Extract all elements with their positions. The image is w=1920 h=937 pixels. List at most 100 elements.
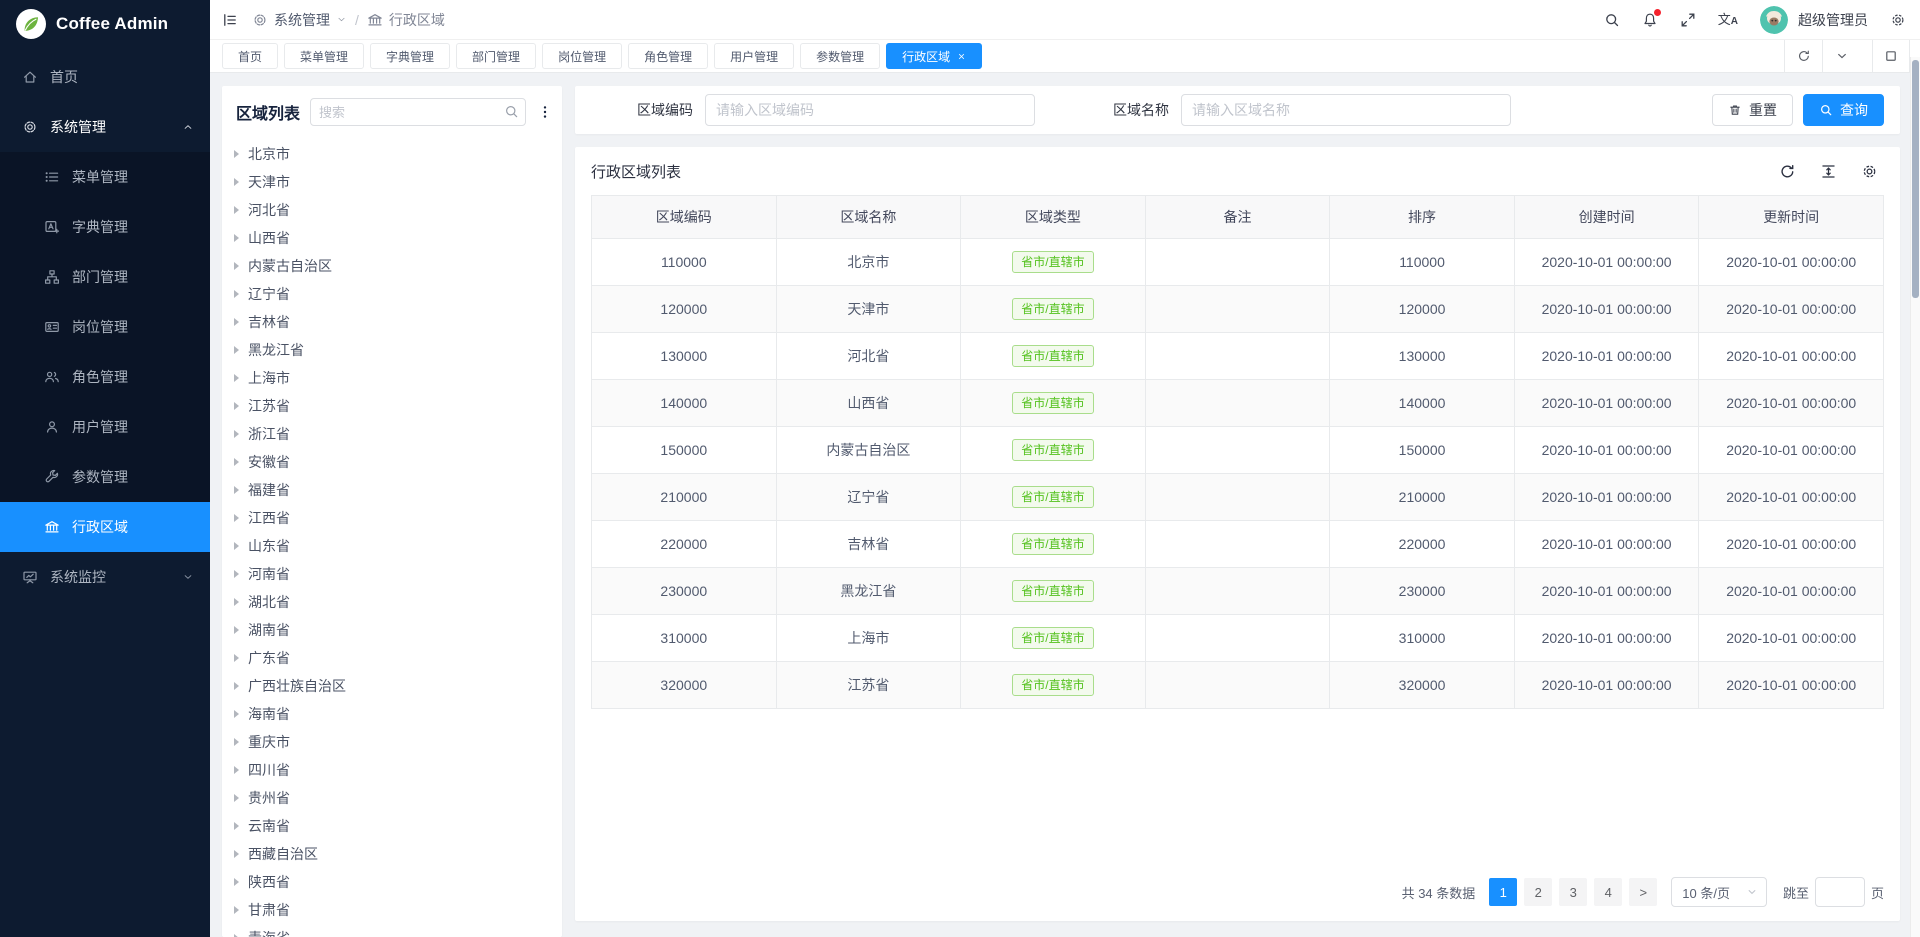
user-avatar[interactable] <box>1760 6 1788 34</box>
maximize-content-icon[interactable] <box>1872 40 1910 72</box>
sidebar-item-menu-management[interactable]: 菜单管理 <box>0 152 210 202</box>
tree-item[interactable]: 吉林省 <box>222 308 562 336</box>
tree-item[interactable]: 广西壮族自治区 <box>222 672 562 700</box>
caret-right-icon[interactable] <box>234 682 239 690</box>
caret-right-icon[interactable] <box>234 794 239 802</box>
tree-item[interactable]: 海南省 <box>222 700 562 728</box>
tree-item[interactable]: 江西省 <box>222 504 562 532</box>
tree-item[interactable]: 甘肃省 <box>222 896 562 924</box>
chevron-down-icon[interactable] <box>1822 40 1860 72</box>
search-icon[interactable] <box>504 104 519 119</box>
row-density-icon[interactable] <box>1820 163 1837 180</box>
tree-item[interactable]: 山西省 <box>222 224 562 252</box>
tree-item[interactable]: 辽宁省 <box>222 280 562 308</box>
settings-gear-icon[interactable] <box>1890 12 1906 28</box>
caret-right-icon[interactable] <box>234 374 239 382</box>
caret-right-icon[interactable] <box>234 850 239 858</box>
caret-right-icon[interactable] <box>234 458 239 466</box>
jump-page-input[interactable] <box>1815 877 1865 907</box>
fullscreen-icon[interactable] <box>1680 12 1696 28</box>
tree-item[interactable]: 河南省 <box>222 560 562 588</box>
tree-item[interactable]: 四川省 <box>222 756 562 784</box>
caret-right-icon[interactable] <box>234 262 239 270</box>
tree-item[interactable]: 西藏自治区 <box>222 840 562 868</box>
caret-right-icon[interactable] <box>234 206 239 214</box>
sidebar-item-post-management[interactable]: 岗位管理 <box>0 302 210 352</box>
column-settings-gear-icon[interactable] <box>1861 163 1878 180</box>
sidebar-item-system-management[interactable]: 系统管理 <box>0 102 210 152</box>
search-icon[interactable] <box>1604 12 1620 28</box>
sidebar-item-param-management[interactable]: 参数管理 <box>0 452 210 502</box>
tree-item[interactable]: 江苏省 <box>222 392 562 420</box>
breadcrumb-item[interactable]: 行政区域 <box>367 10 445 30</box>
tab-admin-region[interactable]: 行政区域 <box>886 43 982 69</box>
tab-param-management[interactable]: 参数管理 <box>800 43 880 69</box>
caret-right-icon[interactable] <box>234 430 239 438</box>
caret-right-icon[interactable] <box>234 626 239 634</box>
caret-right-icon[interactable] <box>234 598 239 606</box>
next-page-button[interactable]: > <box>1629 878 1657 906</box>
caret-right-icon[interactable] <box>234 654 239 662</box>
caret-right-icon[interactable] <box>234 822 239 830</box>
tab-dept-management[interactable]: 部门管理 <box>456 43 536 69</box>
tree-item[interactable]: 陕西省 <box>222 868 562 896</box>
translate-icon[interactable]: 文A <box>1718 13 1738 27</box>
app-logo[interactable]: Coffee Admin <box>0 0 210 48</box>
collapse-sidebar-icon[interactable] <box>222 12 238 28</box>
caret-right-icon[interactable] <box>234 318 239 326</box>
tree-item[interactable]: 安徽省 <box>222 448 562 476</box>
caret-right-icon[interactable] <box>234 878 239 886</box>
tree-item[interactable]: 黑龙江省 <box>222 336 562 364</box>
caret-right-icon[interactable] <box>234 766 239 774</box>
sidebar-item-admin-region[interactable]: 行政区域 <box>0 502 210 552</box>
region-name-input[interactable] <box>1181 94 1511 126</box>
caret-right-icon[interactable] <box>234 290 239 298</box>
tree-item[interactable]: 山东省 <box>222 532 562 560</box>
caret-right-icon[interactable] <box>234 738 239 746</box>
tab-home[interactable]: 首页 <box>222 43 278 69</box>
tree-item[interactable]: 天津市 <box>222 168 562 196</box>
tab-role-management[interactable]: 角色管理 <box>628 43 708 69</box>
tab-dict-management[interactable]: 字典管理 <box>370 43 450 69</box>
sidebar-item-dict-management[interactable]: 字典管理 <box>0 202 210 252</box>
refresh-icon[interactable] <box>1779 163 1796 180</box>
tree-item[interactable]: 北京市 <box>222 140 562 168</box>
region-code-input[interactable] <box>705 94 1035 126</box>
page-size-select[interactable]: 10 条/页 <box>1671 877 1767 907</box>
notification-bell-icon[interactable] <box>1642 12 1658 28</box>
caret-right-icon[interactable] <box>234 514 239 522</box>
tree-item[interactable]: 广东省 <box>222 644 562 672</box>
caret-right-icon[interactable] <box>234 178 239 186</box>
caret-right-icon[interactable] <box>234 234 239 242</box>
tree-item[interactable]: 福建省 <box>222 476 562 504</box>
page-scrollbar[interactable] <box>1910 57 1920 937</box>
sidebar-item-dept-management[interactable]: 部门管理 <box>0 252 210 302</box>
page-button-4[interactable]: 4 <box>1594 878 1622 906</box>
caret-right-icon[interactable] <box>234 486 239 494</box>
tree-item[interactable]: 浙江省 <box>222 420 562 448</box>
caret-right-icon[interactable] <box>234 906 239 914</box>
sidebar-item-role-management[interactable]: 角色管理 <box>0 352 210 402</box>
reset-button[interactable]: 重置 <box>1712 94 1793 126</box>
page-button-2[interactable]: 2 <box>1524 878 1552 906</box>
user-name[interactable]: 超级管理员 <box>1798 10 1868 30</box>
scrollbar-thumb[interactable] <box>1912 60 1919 298</box>
caret-right-icon[interactable] <box>234 570 239 578</box>
tree-item[interactable]: 重庆市 <box>222 728 562 756</box>
tab-post-management[interactable]: 岗位管理 <box>542 43 622 69</box>
page-button-3[interactable]: 3 <box>1559 878 1587 906</box>
caret-right-icon[interactable] <box>234 402 239 410</box>
tree-item[interactable]: 内蒙古自治区 <box>222 252 562 280</box>
caret-right-icon[interactable] <box>234 542 239 550</box>
page-button-1[interactable]: 1 <box>1489 878 1517 906</box>
tree-item[interactable]: 贵州省 <box>222 784 562 812</box>
sidebar-item-system-monitor[interactable]: 系统监控 <box>0 552 210 602</box>
sidebar-item-home[interactable]: 首页 <box>0 52 210 102</box>
more-vertical-icon[interactable] <box>536 104 554 120</box>
tree-item[interactable]: 青海省 <box>222 924 562 937</box>
caret-right-icon[interactable] <box>234 150 239 158</box>
close-icon[interactable] <box>957 52 966 61</box>
tab-menu-management[interactable]: 菜单管理 <box>284 43 364 69</box>
tree-item[interactable]: 湖北省 <box>222 588 562 616</box>
tree-item[interactable]: 湖南省 <box>222 616 562 644</box>
